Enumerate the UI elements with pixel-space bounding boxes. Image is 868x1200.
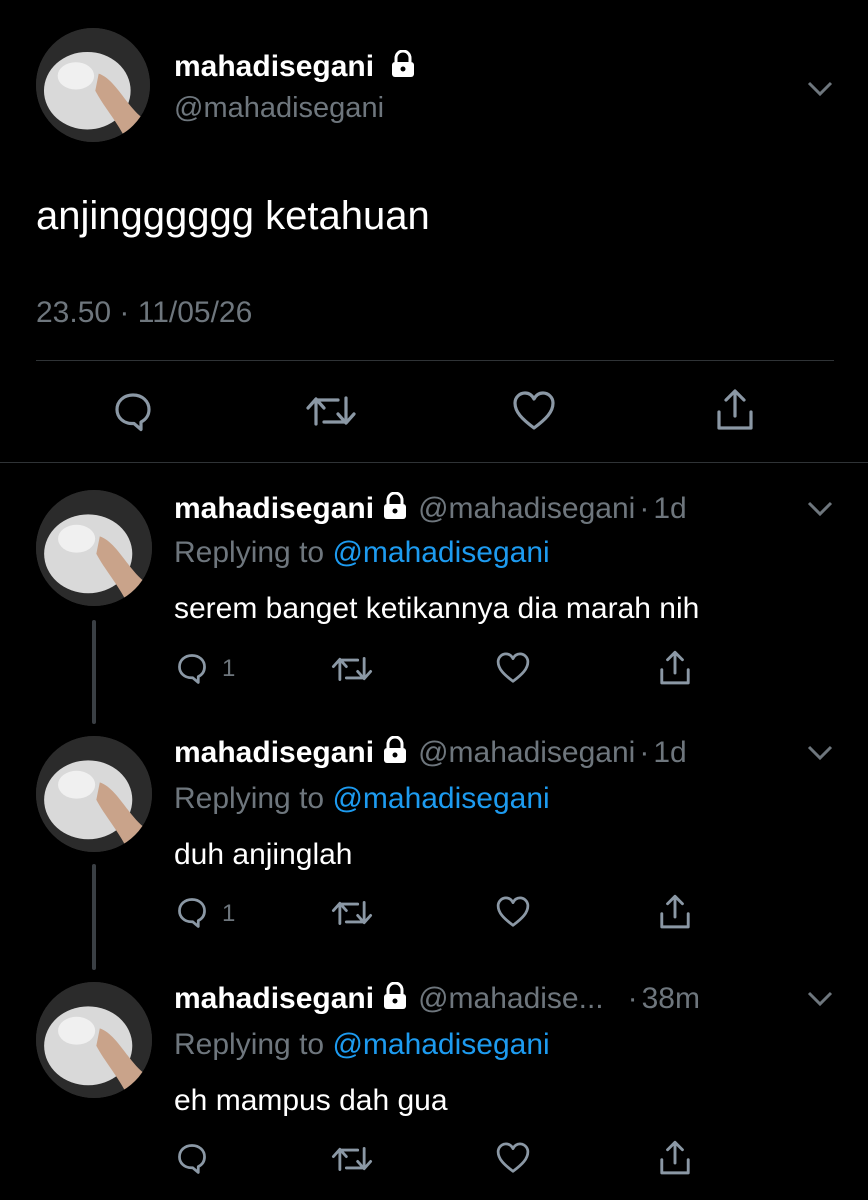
avatar[interactable] bbox=[36, 490, 152, 606]
replying-label: Replying to bbox=[174, 1028, 325, 1061]
reply-count: 1 bbox=[222, 655, 236, 682]
chevron-down-icon[interactable] bbox=[806, 990, 834, 1008]
time: 1d bbox=[653, 492, 687, 525]
handle[interactable]: @mahadisegani bbox=[418, 736, 635, 769]
chevron-down-icon[interactable] bbox=[806, 500, 834, 518]
tweet-text: eh mampus dah gua bbox=[174, 1084, 448, 1117]
chevron-down-icon[interactable] bbox=[806, 744, 834, 762]
reply-icon[interactable] bbox=[174, 894, 210, 930]
reply-count: 1 bbox=[222, 900, 236, 927]
mention-link[interactable]: @mahadisegani bbox=[332, 782, 549, 815]
heart-icon[interactable] bbox=[494, 650, 532, 686]
display-name[interactable]: mahadisegani bbox=[174, 982, 374, 1015]
handle[interactable]: @mahadisegani bbox=[174, 92, 384, 125]
reply-icon[interactable] bbox=[110, 388, 156, 434]
display-name[interactable]: mahadisegani bbox=[174, 50, 374, 83]
share-icon[interactable] bbox=[656, 892, 694, 932]
lock-icon bbox=[382, 736, 408, 764]
lock-icon bbox=[390, 50, 416, 78]
mention-link[interactable]: @mahadisegani bbox=[332, 536, 549, 569]
lock-icon bbox=[382, 982, 408, 1010]
handle[interactable]: @mahadisegani bbox=[418, 492, 635, 525]
avatar[interactable] bbox=[36, 28, 150, 142]
lock-icon bbox=[382, 492, 408, 520]
display-name[interactable]: mahadisegani bbox=[174, 736, 374, 769]
tweet-text: duh anjinglah bbox=[174, 838, 353, 871]
chevron-down-icon[interactable] bbox=[806, 80, 834, 98]
divider bbox=[0, 462, 868, 463]
display-name[interactable]: mahadisegani bbox=[174, 492, 374, 525]
retweet-icon[interactable] bbox=[330, 652, 374, 686]
tweet-text: serem banget ketikannya dia marah nih bbox=[174, 592, 700, 625]
replying-label: Replying to bbox=[174, 782, 325, 815]
time: 38m bbox=[641, 982, 700, 1015]
reply-icon[interactable] bbox=[174, 1140, 210, 1176]
avatar[interactable] bbox=[36, 736, 152, 852]
divider bbox=[36, 360, 834, 361]
heart-icon[interactable] bbox=[494, 894, 532, 930]
reply-icon[interactable] bbox=[174, 650, 210, 686]
share-icon[interactable] bbox=[712, 386, 758, 434]
separator: · bbox=[639, 736, 650, 769]
timestamp[interactable]: 23.50 · 11/05/26 bbox=[36, 296, 252, 330]
separator: · bbox=[639, 492, 650, 525]
share-icon[interactable] bbox=[656, 648, 694, 688]
retweet-icon[interactable] bbox=[304, 390, 358, 432]
share-icon[interactable] bbox=[656, 1138, 694, 1178]
separator: · bbox=[627, 982, 638, 1015]
heart-icon[interactable] bbox=[494, 1140, 532, 1176]
heart-icon[interactable] bbox=[510, 388, 558, 434]
tweet-text: anjingggggg ketahuan bbox=[36, 194, 430, 238]
handle[interactable]: @mahadise... bbox=[418, 982, 604, 1015]
thread-line bbox=[92, 864, 96, 970]
retweet-icon[interactable] bbox=[330, 896, 374, 930]
thread-line bbox=[92, 620, 96, 724]
retweet-icon[interactable] bbox=[330, 1142, 374, 1176]
replying-label: Replying to bbox=[174, 536, 325, 569]
time: 1d bbox=[653, 736, 687, 769]
avatar[interactable] bbox=[36, 982, 152, 1098]
mention-link[interactable]: @mahadisegani bbox=[332, 1028, 549, 1061]
